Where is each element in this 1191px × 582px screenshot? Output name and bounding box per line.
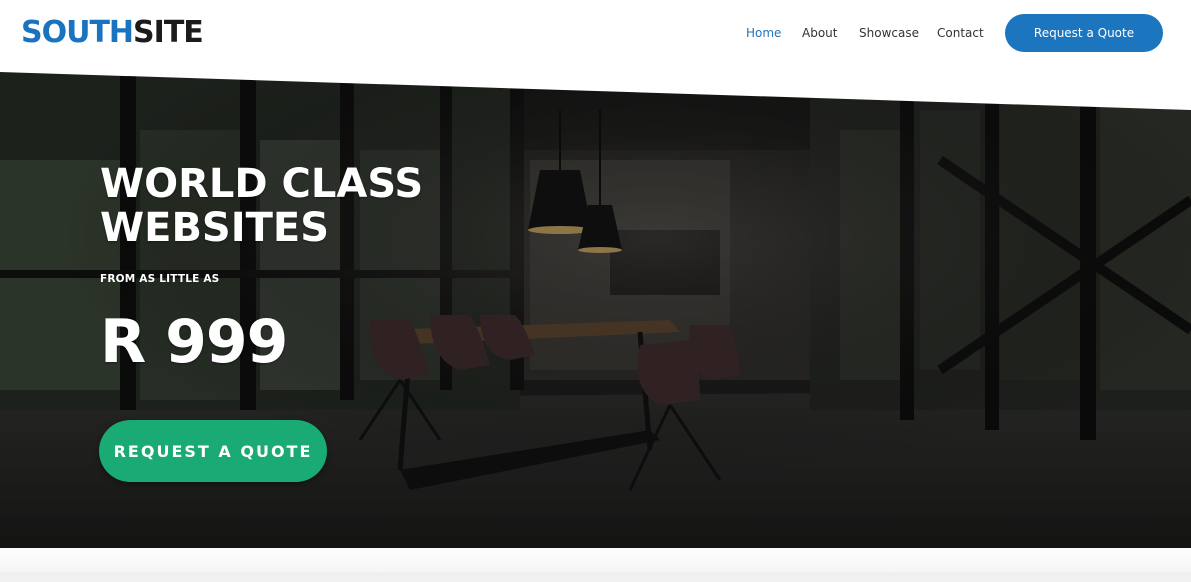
nav-home[interactable]: Home: [746, 26, 781, 40]
logo-part-south: SOUTH: [21, 15, 134, 50]
logo-part-site: SITE: [133, 15, 204, 50]
nav-about[interactable]: About: [802, 26, 837, 40]
nav-showcase[interactable]: Showcase: [859, 26, 919, 40]
nav-contact[interactable]: Contact: [937, 26, 984, 40]
hero-headline-line-2: WEBSITES: [100, 205, 330, 251]
site-header: SOUTHSITE Home About Showcase Contact Re…: [0, 0, 1191, 70]
hero-request-quote-button[interactable]: REQUEST A QUOTE: [99, 420, 327, 482]
hero-headline-line-1: WORLD CLASS: [100, 161, 424, 207]
header-request-quote-button[interactable]: Request a Quote: [1005, 14, 1163, 52]
hero-price: R 999: [100, 307, 288, 377]
hero-headline: WORLD CLASS WEBSITES: [100, 162, 423, 250]
next-section-edge: [0, 548, 1191, 582]
site-logo[interactable]: SOUTHSITE: [21, 15, 204, 51]
hero-subline: FROM AS LITTLE AS: [100, 273, 220, 285]
